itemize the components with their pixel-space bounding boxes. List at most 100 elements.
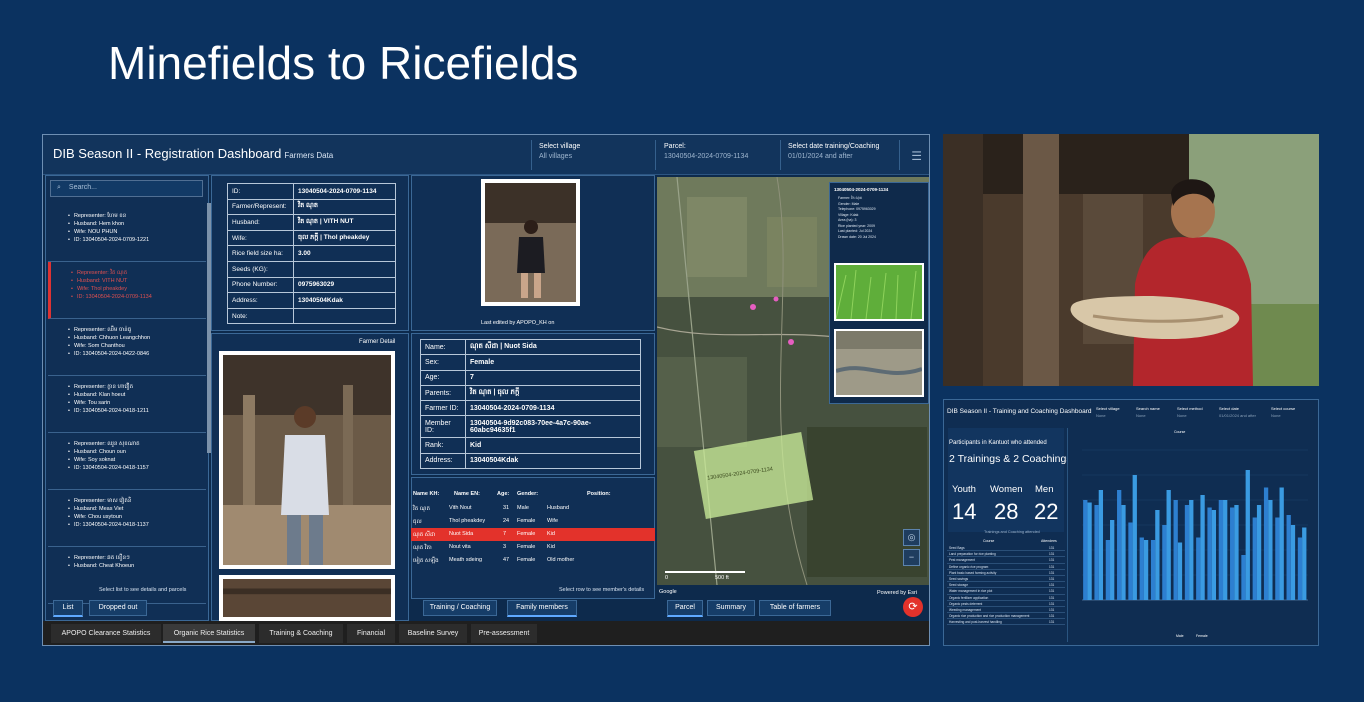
search-input[interactable]: ⌕ Search... [50, 180, 203, 197]
locate-icon[interactable]: ◎ [903, 529, 920, 546]
menu-icon[interactable]: ☰ [911, 149, 922, 163]
woman-photo [943, 134, 1319, 386]
men-label: Men [1035, 484, 1054, 495]
bar-male-c13 [1218, 500, 1224, 600]
table-row: Farmer/Represent: វិត ណុត [227, 198, 396, 216]
table-row[interactable]: Harvesting and post-harvest handling 131 [947, 619, 1065, 626]
table-row[interactable]: មៀត សឡឹង Meath sdeing 47 Female Old mother [411, 554, 655, 567]
zoom-out-icon[interactable]: − [903, 549, 920, 566]
scale-right: 500 ft [715, 575, 729, 581]
bar-chart-svg [1082, 449, 1308, 601]
farmer-detail-label: Farmer Detail [359, 339, 396, 345]
select-date-training[interactable]: Select date 01/01/2024 and after [1219, 406, 1256, 418]
table-row: Farmer ID: 13040504-2024-0709-1134 [420, 400, 641, 417]
bar-female-c1 [1087, 502, 1092, 600]
bar-male-c15 [1241, 555, 1246, 600]
search-icon: ⌕ [57, 184, 61, 191]
tab-apopo-clearance[interactable]: APOPO Clearance Statistics [51, 624, 161, 643]
legend-male: Male [1176, 634, 1184, 638]
bar-male-c2 [1094, 505, 1099, 600]
farmer-photo [219, 351, 395, 569]
select-parcel[interactable]: Parcel: 13040504-2024-0709-1134 [664, 143, 748, 160]
bar-female-c13 [1223, 500, 1228, 600]
course-table: Course Attendees Seed Bags 131 Land prepara… [947, 538, 1065, 643]
bar-male-c7 [1150, 540, 1156, 600]
table-row: Seeds (KG): [227, 260, 396, 278]
bar-female-c2 [1098, 490, 1104, 600]
scale-left: 0 [665, 575, 669, 581]
bar-female-c19 [1290, 525, 1296, 600]
bar-female-c7 [1155, 510, 1160, 600]
tab-organic-rice[interactable]: Organic Rice Statistics [163, 624, 255, 643]
women-label: Women [990, 484, 1023, 495]
select-method-training[interactable]: Select method None [1177, 406, 1203, 418]
member-photo [481, 179, 580, 306]
refresh-icon[interactable]: ⟳ [903, 597, 923, 617]
list-item[interactable]: Representer: ឆត ខឿនៗHusband: Cheat Khoeu… [48, 547, 206, 604]
parcel-photo [219, 575, 395, 621]
table-of-farmers-button[interactable]: Table of farmers [759, 600, 831, 616]
women-count: 28 [994, 499, 1019, 524]
dropped-out-button[interactable]: Dropped out [89, 600, 147, 616]
farmer-list: Representer: ហែម ខនHusband: Hem khonWife… [48, 205, 206, 619]
rice-photo [834, 263, 924, 321]
summary-button[interactable]: Summary [707, 600, 755, 616]
table-row-selected[interactable]: ណុត សីដា Nuot Sida 7 Female Kid [411, 528, 655, 541]
bar-male-c9 [1173, 500, 1178, 600]
slide-title: Minefields to Ricefields [108, 37, 579, 89]
select-course-training[interactable]: Select course None [1271, 406, 1295, 418]
table-row[interactable]: ធុល Thol pheakdey 24 Female Wife [411, 515, 655, 528]
list-item[interactable]: Representer: ក្លាន ហាវឿតHusband: Klan ho… [48, 376, 206, 433]
select-village[interactable]: Select village All villages [539, 143, 580, 160]
bar-male-c12 [1207, 507, 1212, 600]
table-row[interactable]: វិត ណុត Vith Nout 31 Male Husband [411, 502, 655, 515]
table-row: Parents: វិត ណុត | ធុល ភក្តី [420, 384, 641, 402]
member-info-table: Name: ណុត សីដា | Nuot Sida Sex: Female Age… [420, 338, 641, 470]
training-dashboard: DIB Season II - Training and Coaching Da… [943, 399, 1319, 646]
bar-male-c14 [1230, 507, 1235, 600]
list-button[interactable]: List [53, 600, 83, 617]
tab-financial[interactable]: Financial [347, 624, 395, 643]
list-item[interactable]: Representer: ហែម ខនHusband: Hem khonWife… [48, 205, 206, 262]
table-row[interactable]: ណុត វិតា Nout vita 3 Female Kid [411, 541, 655, 554]
training-title: DIB Season II - Training and Coaching Da… [947, 408, 1092, 415]
course-table-header: Course Attendees [983, 539, 1057, 543]
table-row: Note: [227, 307, 396, 325]
bar-male-c3 [1105, 540, 1111, 600]
bar-male-c11 [1196, 537, 1201, 600]
table-row: Member ID: 13040504-9d92c083-70ee-4a7c-90… [420, 415, 641, 439]
bar-male-c5 [1128, 522, 1133, 600]
dashboard-subtitle: Farmers Data [284, 151, 334, 160]
bar-male-c16 [1252, 517, 1257, 600]
table-row: Rank: Kid [420, 437, 641, 454]
list-item[interactable]: Representer: មាស វៀតនិHusband: Meas Viet… [48, 490, 206, 547]
youth-label: Youth [952, 484, 976, 495]
list-item[interactable]: Representer: ឈឹម ចាន់ធូHusband: Chhuon L… [48, 319, 206, 376]
table-row: Sex: Female [420, 354, 641, 371]
select-date-training[interactable]: Select date training/Coaching 01/01/2024 … [788, 143, 879, 160]
tab-baseline-survey[interactable]: Baseline Survey [399, 624, 467, 643]
table-row: Husband: វិត ណុត | VITH NUT [227, 214, 396, 231]
field-photo [834, 329, 924, 397]
bar-male-c19 [1286, 515, 1291, 600]
parcel-button[interactable]: Parcel [667, 600, 703, 617]
registration-dashboard: DIB Season II - Registration Dashboard Fa… [42, 134, 930, 646]
search-name-training[interactable]: Search name None [1136, 406, 1160, 418]
legend-female: Female [1196, 634, 1208, 638]
bar-male-c8 [1162, 525, 1167, 600]
map-popup: 13040504-2024-0709-1134 Farmer: វិត ណុត … [829, 182, 929, 404]
participants-line: Participants in Kantuot who attended [949, 440, 1047, 446]
list-item-selected[interactable]: Representer: វិត ណុតHusband: VITH NUTWif… [48, 262, 206, 319]
bar-female-c11 [1200, 495, 1205, 600]
bar-male-c17 [1263, 487, 1269, 600]
tab-pre-assessment[interactable]: Pre-assessment [471, 624, 537, 643]
family-table-header: Name KH: Name EN: Age: Gender: Position: [413, 491, 611, 497]
family-members-button[interactable]: Family members [507, 600, 577, 617]
tab-training-coaching[interactable]: Training & Coaching [259, 624, 343, 643]
bar-female-c8 [1166, 490, 1171, 600]
list-item[interactable]: Representer: ឈួន សុខណាតHusband: Choun ou… [48, 433, 206, 490]
map-scale-bar [665, 571, 745, 573]
select-village-training[interactable]: Select village None [1096, 406, 1120, 418]
training-coaching-button[interactable]: Training / Coaching [423, 600, 497, 616]
bar-female-c4 [1121, 505, 1126, 600]
